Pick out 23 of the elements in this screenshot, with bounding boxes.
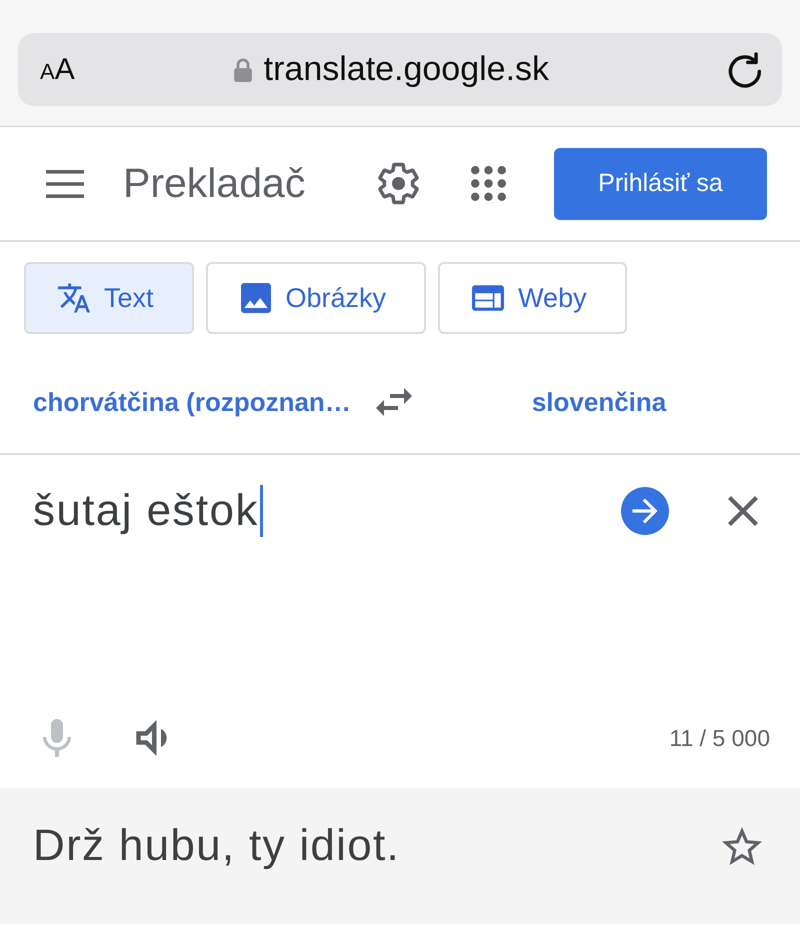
settings-icon[interactable]	[377, 162, 420, 205]
mode-tab[interactable]: Text	[24, 262, 194, 334]
translation-text: Drž hubu, ty idiot.	[33, 820, 400, 872]
web-layout-icon	[472, 283, 504, 313]
close-icon[interactable]	[728, 496, 758, 526]
star-icon[interactable]	[722, 827, 762, 865]
reload-icon[interactable]	[728, 52, 762, 88]
text-size-button[interactable]: AA	[40, 52, 75, 86]
sign-in-button[interactable]: Prihlásiť sa	[554, 148, 767, 220]
character-count: 11 / 5 000	[669, 724, 770, 752]
arrow-right-icon[interactable]	[621, 487, 669, 535]
mode-tab[interactable]: Weby	[438, 262, 627, 334]
apps-grid-icon[interactable]	[471, 166, 506, 201]
url-text[interactable]: translate.google.sk	[264, 50, 550, 89]
target-language-button[interactable]: slovenčina	[532, 386, 666, 418]
translate-icon	[58, 283, 90, 313]
source-language-button[interactable]: chorvátčina (rozpoznan…	[33, 386, 351, 418]
source-text-field[interactable]: šutaj eštok	[33, 485, 263, 537]
menu-icon[interactable]	[46, 170, 84, 198]
swap-arrows-icon[interactable]	[376, 388, 412, 416]
image-icon	[240, 283, 272, 313]
app-title: Prekladač	[123, 160, 306, 207]
mode-tab[interactable]: Obrázky	[206, 262, 426, 334]
